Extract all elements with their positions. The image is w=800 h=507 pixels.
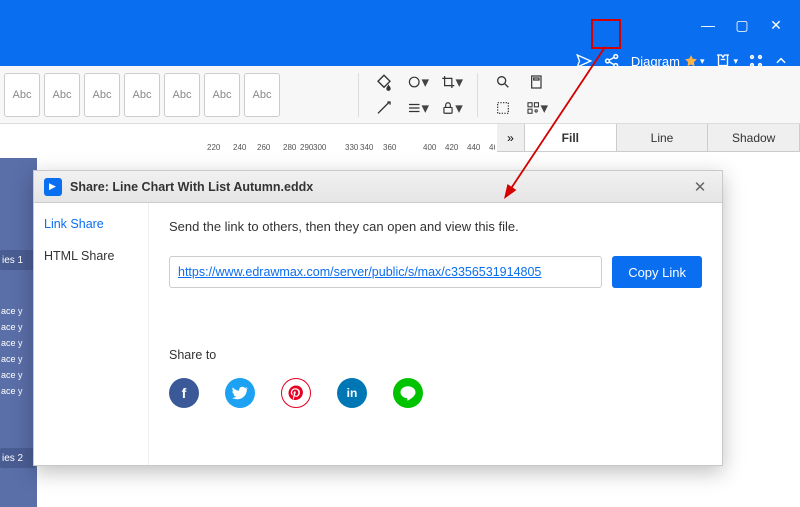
theme-icon[interactable]: ▾ (714, 50, 738, 72)
search-icon[interactable] (492, 72, 514, 92)
dialog-body: Link Share HTML Share Send the link to o… (34, 203, 722, 465)
list-item: ace y (0, 338, 35, 354)
page-icon[interactable] (526, 72, 548, 92)
social-row: f in (169, 378, 702, 408)
side-panel-tabs: » Fill Line Shadow (497, 124, 800, 152)
copy-link-button[interactable]: Copy Link (612, 256, 702, 288)
style-preset-group: Abc Abc Abc Abc Abc Abc Abc (4, 73, 280, 117)
lock-tool-icon[interactable]: ▾ (441, 98, 463, 118)
minimize-button[interactable]: — (698, 18, 718, 32)
tab-shadow[interactable]: Shadow (708, 124, 800, 151)
layout-icon[interactable]: ▾ (526, 98, 548, 118)
title-bar: — ▢ ✕ (0, 0, 800, 50)
line-tool-icon[interactable] (373, 98, 395, 118)
pinterest-icon[interactable] (281, 378, 311, 408)
maximize-button[interactable]: ▢ (732, 18, 752, 32)
facebook-icon[interactable]: f (169, 378, 199, 408)
dialog-sidebar: Link Share HTML Share (34, 203, 149, 465)
style-preset[interactable]: Abc (44, 73, 80, 117)
line-style-icon[interactable]: ▾ (407, 98, 429, 118)
share-message: Send the link to others, then they can o… (169, 219, 702, 234)
dialog-header: Share: Line Chart With List Autumn.eddx … (34, 171, 722, 203)
share-icon[interactable] (603, 50, 621, 72)
dialog-close-button[interactable]: ✕ (688, 178, 712, 196)
app-logo-icon (44, 178, 62, 196)
list-item: ace y (0, 354, 35, 370)
horizontal-ruler: 220 240 260 280 290 300 330 340 360 400 … (205, 142, 495, 158)
style-preset[interactable]: Abc (124, 73, 160, 117)
series-2-chip[interactable]: ies 2 (0, 448, 35, 468)
link-share-tab[interactable]: Link Share (44, 217, 138, 231)
style-preset[interactable]: Abc (84, 73, 120, 117)
tab-fill[interactable]: Fill (525, 124, 617, 151)
linkedin-icon[interactable]: in (337, 378, 367, 408)
formatting-toolbar: Abc Abc Abc Abc Abc Abc Abc ▾ ▾ ▾ ▾ ▾ (0, 66, 800, 124)
share-to-label: Share to (169, 348, 702, 362)
sidepanel-toggle[interactable]: » (497, 124, 525, 151)
style-preset[interactable]: Abc (244, 73, 280, 117)
dialog-main: Send the link to others, then they can o… (149, 203, 722, 465)
series-1-chip[interactable]: ies 1 (0, 250, 35, 270)
close-window-button[interactable]: ✕ (766, 18, 786, 32)
link-row: https://www.edrawmax.com/server/public/s… (169, 256, 702, 288)
style-preset[interactable]: Abc (204, 73, 240, 117)
style-preset[interactable]: Abc (164, 73, 200, 117)
html-share-tab[interactable]: HTML Share (44, 249, 138, 263)
share-url-box[interactable]: https://www.edrawmax.com/server/public/s… (169, 256, 602, 288)
list-item: ace y (0, 306, 35, 322)
diagram-menu[interactable]: Diagram ▾ (631, 50, 705, 72)
select-icon[interactable] (492, 98, 514, 118)
apps-icon[interactable] (748, 50, 764, 72)
style-preset[interactable]: Abc (4, 73, 40, 117)
list-item: ace y (0, 370, 35, 386)
top-menu: Diagram ▾ ▾ (0, 50, 800, 66)
diagram-label: Diagram (631, 54, 680, 69)
share-url-link[interactable]: https://www.edrawmax.com/server/public/s… (178, 265, 541, 279)
canvas-left-panel: ies 1 ace y ace y ace y ace y ace y ace … (0, 158, 37, 507)
fill-tool-icon[interactable] (373, 72, 395, 92)
shape-tool-icon[interactable]: ▾ (407, 72, 429, 92)
list-item: ace y (0, 322, 35, 338)
list-item: ace y (0, 386, 35, 402)
twitter-icon[interactable] (225, 378, 255, 408)
send-icon[interactable] (575, 50, 593, 72)
dialog-title: Share: Line Chart With List Autumn.eddx (70, 180, 313, 194)
collapse-panel-icon[interactable] (774, 50, 788, 72)
crop-tool-icon[interactable]: ▾ (441, 72, 463, 92)
placeholder-rows: ace y ace y ace y ace y ace y ace y (0, 306, 35, 402)
tab-line[interactable]: Line (617, 124, 709, 151)
share-dialog: Share: Line Chart With List Autumn.eddx … (33, 170, 723, 466)
line-icon[interactable] (393, 378, 423, 408)
